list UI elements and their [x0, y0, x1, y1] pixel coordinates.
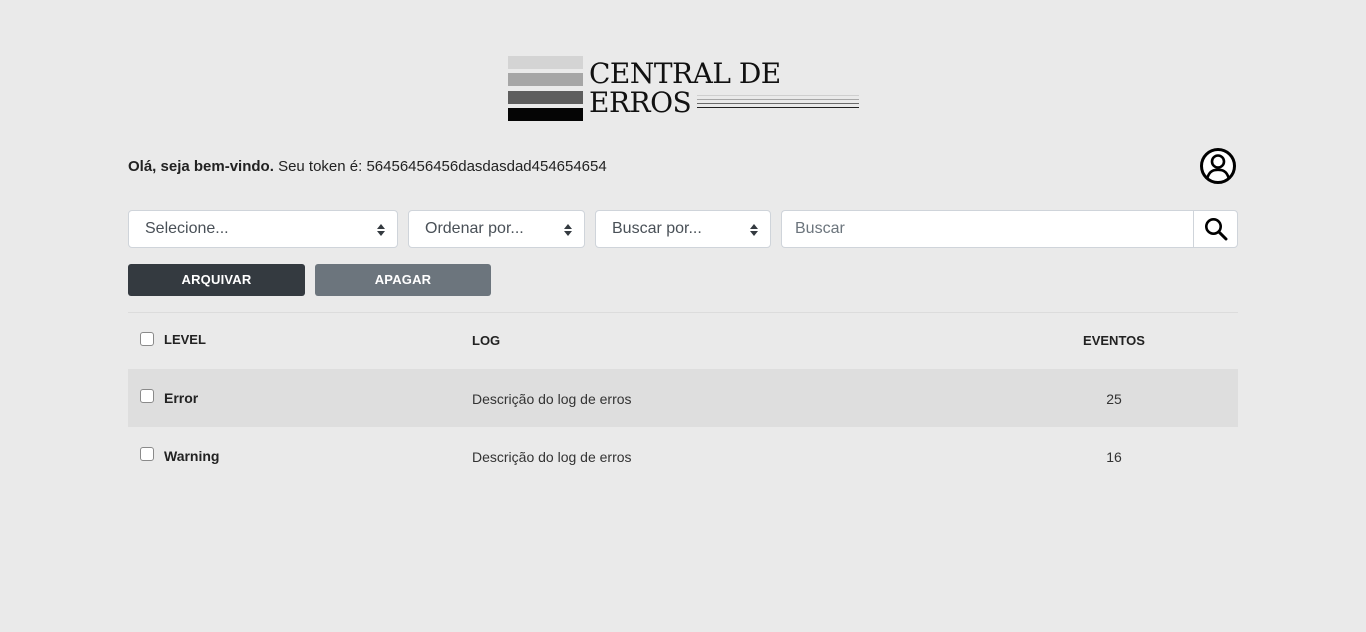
- row-checkbox[interactable]: [140, 447, 154, 461]
- row-level: Warning: [164, 448, 220, 464]
- order-by-select-value: Ordenar por...: [425, 220, 524, 237]
- column-header-log[interactable]: LOG: [472, 333, 500, 348]
- order-by-select[interactable]: Ordenar por...: [408, 210, 585, 248]
- environment-select-value: Selecione...: [145, 220, 229, 237]
- select-caret-icon: [377, 224, 385, 236]
- search-group: [781, 210, 1238, 248]
- central-de-erros-logo: CENTRAL DE ERROS: [508, 56, 860, 122]
- search-by-select-value: Buscar por...: [612, 220, 702, 237]
- row-events-count: 25: [1106, 391, 1122, 407]
- row-log-description: Descrição do log de erros: [472, 391, 632, 407]
- logo-lines: [697, 95, 859, 111]
- token-value: 56456456456dasdasdad454654654: [366, 158, 607, 175]
- logo-bar: [508, 108, 583, 121]
- user-avatar-icon[interactable]: [1199, 147, 1237, 185]
- environment-select[interactable]: Selecione...: [128, 210, 398, 248]
- archive-button[interactable]: ARQUIVAR: [128, 264, 305, 296]
- logo-text-line1: CENTRAL DE: [589, 57, 781, 90]
- greeting-text: Olá, seja bem-vindo.: [128, 158, 274, 175]
- row-log-description: Descrição do log de erros: [472, 449, 632, 465]
- logo-text-line2: ERROS: [589, 86, 692, 119]
- token-label: Seu token é:: [278, 158, 363, 175]
- search-button[interactable]: [1193, 210, 1238, 248]
- column-header-events[interactable]: EVENTOS: [1058, 333, 1170, 348]
- delete-button[interactable]: APAGAR: [315, 264, 491, 296]
- table-header-row: LEVEL LOG EVENTOS: [128, 313, 1238, 369]
- select-all-checkbox[interactable]: [140, 332, 154, 346]
- row-checkbox[interactable]: [140, 389, 154, 403]
- row-events-count: 16: [1106, 449, 1122, 465]
- logo-bar: [508, 56, 583, 69]
- search-input[interactable]: [781, 210, 1194, 248]
- row-level: Error: [164, 390, 199, 406]
- search-by-select[interactable]: Buscar por...: [595, 210, 771, 248]
- logo-bar: [508, 73, 583, 86]
- welcome-message: Olá, seja bem-vindo. Seu token é: 564564…: [128, 157, 607, 177]
- column-header-level[interactable]: LEVEL: [164, 332, 206, 347]
- logo-bar: [508, 91, 583, 104]
- search-icon: [1204, 218, 1227, 241]
- select-caret-icon: [564, 224, 572, 236]
- page: CENTRAL DE ERROS Olá, seja bem-vindo. Se…: [0, 0, 1366, 632]
- table-row[interactable]: Warning Descrição do log de erros 16: [128, 427, 1238, 485]
- table-row[interactable]: Error Descrição do log de erros 25: [128, 369, 1238, 427]
- select-caret-icon: [750, 224, 758, 236]
